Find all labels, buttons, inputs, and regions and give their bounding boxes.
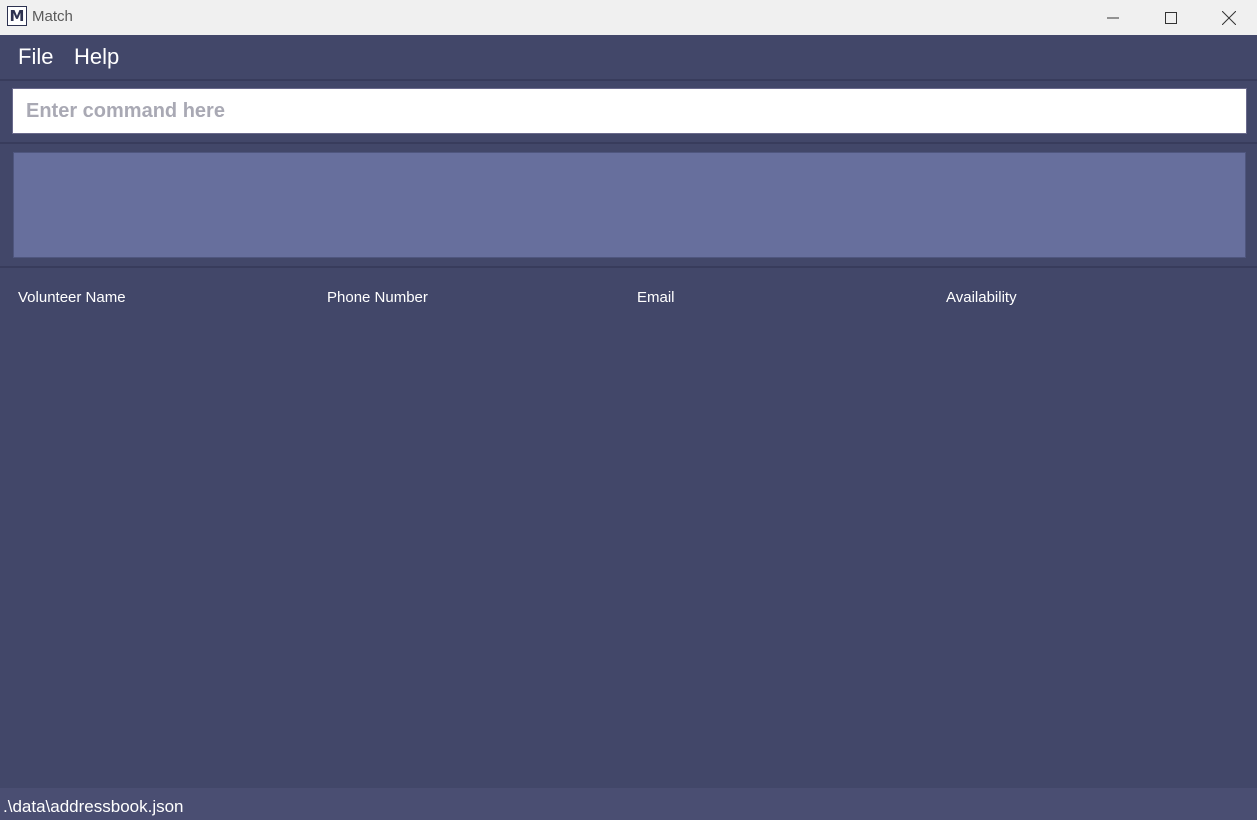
command-box xyxy=(12,88,1247,134)
minimize-button[interactable] xyxy=(1084,0,1142,35)
menu-help[interactable]: Help xyxy=(74,44,119,70)
window-title: Match xyxy=(32,8,73,25)
result-display xyxy=(13,152,1246,258)
minimize-icon xyxy=(1107,17,1119,18)
column-header-phone-number: Phone Number xyxy=(327,289,428,306)
close-button[interactable] xyxy=(1200,0,1257,35)
status-bar: .\data\addressbook.json xyxy=(0,788,1257,820)
menu-file[interactable]: File xyxy=(18,44,53,70)
divider xyxy=(0,79,1257,81)
menu-bar: File Help xyxy=(0,35,1257,79)
save-file-path: .\data\addressbook.json xyxy=(3,797,184,816)
maximize-icon xyxy=(1165,11,1177,24)
maximize-button[interactable] xyxy=(1142,0,1200,35)
column-header-email: Email xyxy=(637,289,675,306)
close-icon xyxy=(1222,10,1236,25)
command-input[interactable] xyxy=(12,88,1247,134)
title-bar: M Match xyxy=(0,0,1257,35)
column-header-volunteer-name: Volunteer Name xyxy=(18,289,126,306)
volunteer-list[interactable] xyxy=(0,318,1257,788)
divider xyxy=(0,266,1257,268)
divider xyxy=(0,142,1257,144)
app-window: M Match File Help Volunteer Name P xyxy=(0,0,1257,820)
app-logo-icon: M xyxy=(7,6,27,26)
column-header-availability: Availability xyxy=(946,289,1017,306)
